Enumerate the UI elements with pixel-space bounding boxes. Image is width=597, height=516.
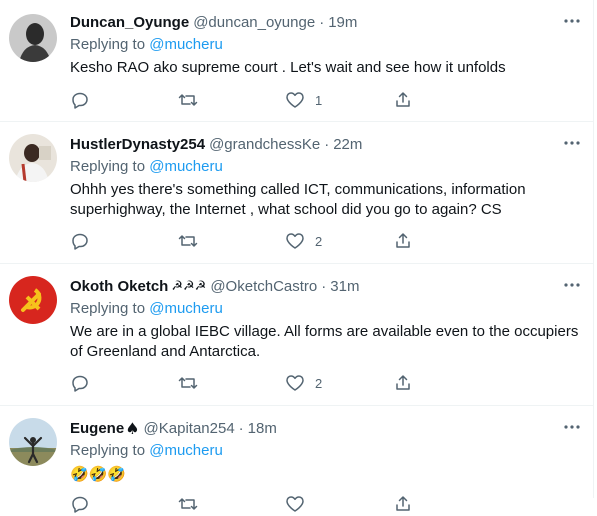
- avatar[interactable]: [9, 418, 57, 466]
- tweet-text: Ohhh yes there's something called ICT, c…: [70, 181, 526, 218]
- like-count: 1: [315, 92, 323, 108]
- tweet[interactable]: Eugene ♠ @Kapitan254 · 18m Replying to @…: [0, 406, 593, 513]
- name-emoji: ☭☭☭: [171, 278, 207, 294]
- like-button[interactable]: 1: [285, 88, 393, 112]
- author-handle[interactable]: @Kapitan254: [144, 420, 235, 437]
- tweet-text: Kesho RAO ako supreme court . Let's wait…: [70, 59, 506, 76]
- reply-feed: Duncan_Oyunge @duncan_oyunge · 19m Reply…: [0, 0, 594, 513]
- share-icon: [393, 494, 413, 514]
- mention-link[interactable]: @mucheru: [149, 158, 223, 175]
- replying-label: Replying to: [70, 36, 146, 53]
- like-icon: [285, 373, 305, 393]
- replying-to: Replying to @mucheru: [70, 157, 581, 177]
- author-handle[interactable]: @OketchCastro: [210, 278, 317, 295]
- share-button[interactable]: [393, 229, 501, 253]
- like-button[interactable]: 2: [285, 371, 393, 395]
- tweet-actions: 2: [70, 371, 500, 395]
- mention-link[interactable]: @mucheru: [149, 442, 223, 459]
- timestamp[interactable]: 22m: [333, 136, 362, 153]
- separator-dot: ·: [321, 277, 327, 295]
- like-button[interactable]: 2: [285, 229, 393, 253]
- avatar[interactable]: [9, 14, 57, 62]
- retweet-icon: [178, 231, 198, 251]
- name-emoji: ♠: [125, 418, 140, 438]
- share-icon: [393, 231, 413, 251]
- like-count: 2: [315, 375, 323, 391]
- retweet-icon: [178, 494, 198, 514]
- like-icon: [285, 494, 305, 514]
- mention-link[interactable]: @mucheru: [149, 36, 223, 53]
- replying-label: Replying to: [70, 442, 146, 459]
- tweet-actions: 1: [70, 88, 500, 112]
- timestamp[interactable]: 31m: [330, 278, 359, 295]
- separator-dot: ·: [238, 419, 244, 437]
- retweet-icon: [178, 373, 198, 393]
- separator-dot: ·: [324, 135, 330, 153]
- tweet-text: 🤣🤣🤣: [70, 465, 127, 483]
- tweet[interactable]: HustlerDynasty254 @grandchessKe · 22m Re…: [0, 122, 593, 264]
- separator-dot: ·: [319, 13, 325, 31]
- more-icon[interactable]: [559, 8, 585, 34]
- reply-icon: [70, 90, 90, 110]
- share-icon: [393, 90, 413, 110]
- reply-icon: [70, 231, 90, 251]
- reply-icon: [70, 494, 90, 514]
- author-name[interactable]: Eugene: [70, 420, 124, 437]
- replying-to: Replying to @mucheru: [70, 299, 581, 319]
- retweet-button[interactable]: [178, 371, 286, 395]
- tweet[interactable]: Duncan_Oyunge @duncan_oyunge · 19m Reply…: [0, 0, 593, 122]
- like-count: 2: [315, 233, 323, 249]
- tweet-actions: [70, 492, 500, 516]
- like-icon: [285, 231, 305, 251]
- replying-to: Replying to @mucheru: [70, 35, 581, 55]
- reply-icon: [70, 373, 90, 393]
- more-icon[interactable]: [559, 130, 585, 156]
- mention-link[interactable]: @mucheru: [149, 300, 223, 317]
- reply-button[interactable]: [70, 229, 178, 253]
- share-icon: [393, 373, 413, 393]
- reply-button[interactable]: [70, 371, 178, 395]
- like-icon: [285, 90, 305, 110]
- replying-to: Replying to @mucheru: [70, 441, 581, 461]
- replying-label: Replying to: [70, 158, 146, 175]
- tweet-actions: 2: [70, 229, 500, 253]
- avatar[interactable]: [9, 276, 57, 324]
- author-handle[interactable]: @duncan_oyunge: [193, 14, 315, 31]
- like-button[interactable]: [285, 492, 393, 516]
- share-button[interactable]: [393, 492, 501, 516]
- avatar[interactable]: [9, 134, 57, 182]
- author-name[interactable]: Okoth Oketch: [70, 278, 168, 295]
- tweet[interactable]: Okoth Oketch ☭☭☭ @OketchCastro · 31m Rep…: [0, 264, 593, 406]
- reply-button[interactable]: [70, 88, 178, 112]
- reply-button[interactable]: [70, 492, 178, 516]
- share-button[interactable]: [393, 88, 501, 112]
- retweet-button[interactable]: [178, 88, 286, 112]
- more-icon[interactable]: [559, 272, 585, 298]
- timestamp[interactable]: 18m: [248, 420, 277, 437]
- retweet-button[interactable]: [178, 492, 286, 516]
- author-handle[interactable]: @grandchessKe: [209, 136, 320, 153]
- tweet-text: We are in a global IEBC village. All for…: [70, 323, 579, 360]
- share-button[interactable]: [393, 371, 501, 395]
- retweet-icon: [178, 90, 198, 110]
- timestamp[interactable]: 19m: [328, 14, 357, 31]
- more-icon[interactable]: [559, 414, 585, 440]
- retweet-button[interactable]: [178, 229, 286, 253]
- author-name[interactable]: HustlerDynasty254: [70, 136, 205, 153]
- author-name[interactable]: Duncan_Oyunge: [70, 14, 189, 31]
- replying-label: Replying to: [70, 300, 146, 317]
